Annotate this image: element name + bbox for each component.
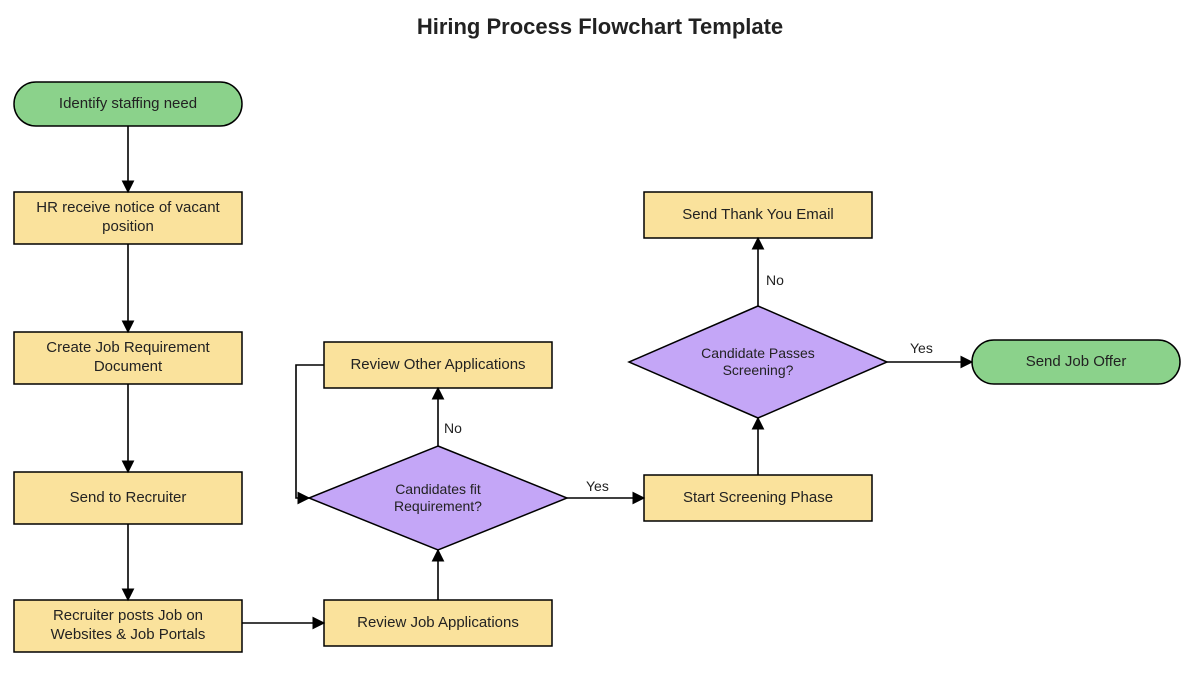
- node-label: Start Screening Phase: [644, 475, 872, 521]
- node-label: Create Job Requirement Document: [14, 332, 242, 384]
- edge-label-d1-no: No: [444, 420, 462, 436]
- node-review-other-applications: Review Other Applications: [324, 342, 552, 388]
- node-label: Send Thank You Email: [644, 192, 872, 238]
- edge-n7-d1: [296, 365, 324, 498]
- node-candidate-passes-screening: Candidate Passes Screening?: [629, 306, 887, 418]
- node-label: Review Other Applications: [324, 342, 552, 388]
- node-send-thank-you-email: Send Thank You Email: [644, 192, 872, 238]
- node-identify-staffing-need: Identify staffing need: [14, 82, 242, 126]
- node-label: Candidates fit Requirement?: [346, 462, 530, 534]
- node-create-job-req: Create Job Requirement Document: [14, 332, 242, 384]
- edge-label-d2-yes: Yes: [910, 340, 933, 356]
- node-review-job-applications: Review Job Applications: [324, 600, 552, 646]
- edge-label-d1-yes: Yes: [586, 478, 609, 494]
- node-label: HR receive notice of vacant position: [14, 192, 242, 244]
- node-label: Identify staffing need: [14, 82, 242, 126]
- node-send-to-recruiter: Send to Recruiter: [14, 472, 242, 524]
- node-label: Candidate Passes Screening?: [678, 328, 838, 396]
- node-recruiter-posts-job: Recruiter posts Job on Websites & Job Po…: [14, 600, 242, 652]
- flowchart-canvas: Identify staffing need HR receive notice…: [0, 0, 1200, 681]
- edge-label-d2-no: No: [766, 272, 784, 288]
- node-send-job-offer: Send Job Offer: [972, 340, 1180, 384]
- node-label: Send Job Offer: [972, 340, 1180, 384]
- node-start-screening-phase: Start Screening Phase: [644, 475, 872, 521]
- node-label: Recruiter posts Job on Websites & Job Po…: [14, 600, 242, 652]
- node-candidates-fit-requirement: Candidates fit Requirement?: [309, 446, 567, 550]
- node-label: Send to Recruiter: [14, 472, 242, 524]
- node-label: Review Job Applications: [324, 600, 552, 646]
- node-hr-receive-notice: HR receive notice of vacant position: [14, 192, 242, 244]
